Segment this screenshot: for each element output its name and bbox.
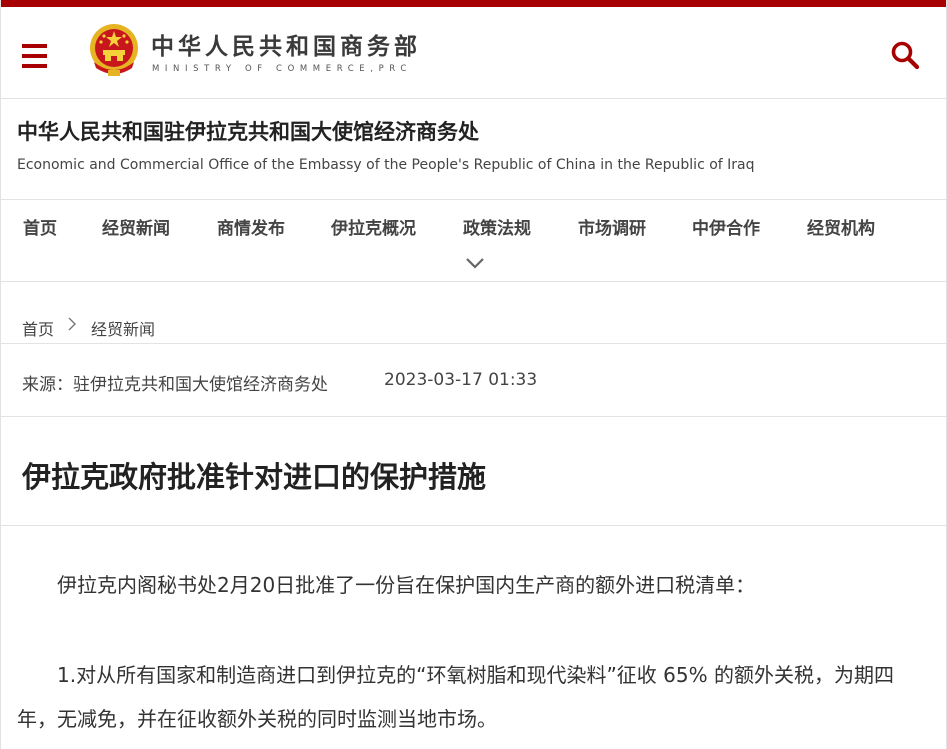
article-title: 伊拉克政府批准针对进口的保护措施 — [22, 460, 487, 494]
top-accent-bar — [1, 0, 946, 7]
article-source: 来源：驻伊拉克共和国大使馆经济商务处 — [22, 375, 328, 395]
article-paragraph: 伊拉克内阁秘书处2月20日批准了一份旨在保护国内生产商的额外进口税清单： — [57, 573, 756, 597]
breadcrumb-home-link[interactable]: 首页 — [22, 316, 54, 340]
nav-item-policies[interactable]: 政策法规 — [463, 214, 531, 239]
hamburger-menu-icon[interactable] — [22, 44, 47, 68]
office-name-en: Economic and Commercial Office of the Em… — [17, 157, 755, 173]
nav-item-trade-news[interactable]: 经贸新闻 — [102, 214, 170, 239]
nav-item-market-research[interactable]: 市场调研 — [578, 214, 646, 239]
nav-item-china-iraq-cooperation[interactable]: 中伊合作 — [692, 214, 760, 239]
nav-item-trade-institutions[interactable]: 经贸机构 — [807, 214, 875, 239]
ministry-name-en: MINISTRY OF COMMERCE,PRC — [152, 64, 412, 74]
article-paragraph: 1.对从所有国家和制造商进口到伊拉克的“环氧树脂和现代染料”征收 65% 的额外… — [17, 663, 894, 731]
nav-item-iraq-overview[interactable]: 伊拉克概况 — [331, 214, 416, 239]
article-date: 2023-03-17 01:33 — [384, 370, 538, 390]
search-icon[interactable] — [890, 40, 920, 70]
page: 中华人民共和国商务部 MINISTRY OF COMMERCE,PRC 中华人民… — [0, 0, 947, 749]
chevron-right-icon — [68, 317, 76, 331]
breadcrumb-current-link[interactable]: 经贸新闻 — [91, 316, 155, 340]
breadcrumb: 首页 经贸新闻 — [1, 283, 946, 344]
office-name-cn[interactable]: 中华人民共和国驻伊拉克共和国大使馆经济商务处 — [17, 116, 479, 146]
nav-item-home[interactable]: 首页 — [23, 214, 57, 239]
main-navigation: 首页 经贸新闻 商情发布 伊拉克概况 政策法规 市场调研 中伊合作 经贸机构 — [1, 201, 946, 282]
chevron-down-icon[interactable] — [465, 257, 485, 269]
ministry-name-cn: 中华人民共和国商务部 — [151, 34, 421, 60]
article-body: 伊拉克内阁秘书处2月20日批准了一份旨在保护国内生产商的额外进口税清单： 1.对… — [1, 527, 946, 749]
article-meta: 来源：驻伊拉克共和国大使馆经济商务处 2023-03-17 01:33 — [1, 345, 946, 417]
national-emblem-logo[interactable] — [88, 22, 140, 78]
site-header: 中华人民共和国商务部 MINISTRY OF COMMERCE,PRC — [1, 7, 946, 99]
article-title-section: 伊拉克政府批准针对进口的保护措施 — [1, 418, 946, 526]
office-banner: 中华人民共和国驻伊拉克共和国大使馆经济商务处 Economic and Comm… — [1, 100, 946, 200]
nav-item-business-info[interactable]: 商情发布 — [217, 214, 285, 239]
